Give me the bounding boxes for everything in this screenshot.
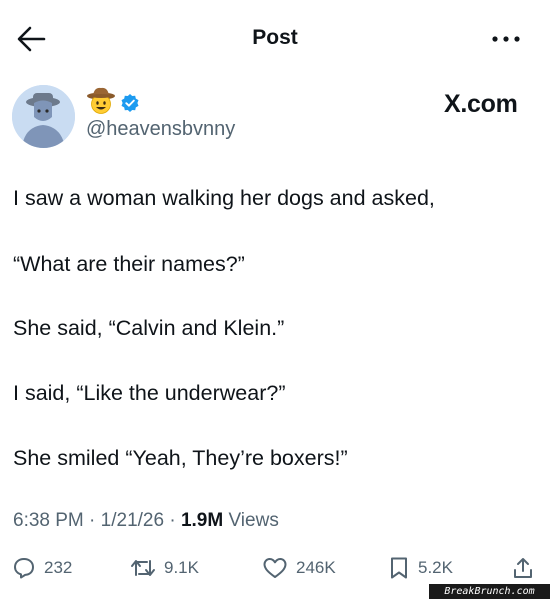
more-options-icon[interactable]: [488, 30, 524, 48]
views-label: Views: [223, 510, 279, 531]
share-button[interactable]: [511, 555, 543, 581]
tweet-line-1: I saw a woman walking her dogs and asked…: [13, 186, 435, 210]
meta-separator: ·: [83, 510, 101, 531]
bookmark-button[interactable]: 5.2K: [388, 555, 453, 581]
tweet-meta: 6:38 PM · 1/21/26 · 1.9M Views: [13, 510, 279, 532]
repost-button[interactable]: 9.1K: [130, 555, 199, 581]
share-icon: [514, 558, 532, 578]
heart-icon: [263, 558, 287, 578]
repost-count: 9.1K: [164, 558, 199, 577]
reply-button[interactable]: 232: [12, 555, 72, 581]
tweet-line-4: I said, “Like the underwear?”: [13, 381, 286, 405]
tweet-time[interactable]: 6:38 PM: [13, 510, 84, 531]
tweet-line-3: She said, “Calvin and Klein.”: [13, 316, 285, 340]
bookmark-icon: [391, 557, 407, 579]
views-count: 1.9M: [180, 510, 224, 531]
verified-badge-icon: [121, 94, 139, 112]
repost-icon: [131, 560, 155, 576]
reply-icon: [14, 558, 34, 579]
tweet-line-2: “What are their names?”: [13, 252, 245, 276]
cowboy-face-emoji-icon: [87, 87, 115, 114]
page-title: Post: [252, 26, 298, 49]
tweet-date[interactable]: 1/21/26: [101, 510, 164, 531]
reply-count: 232: [44, 558, 73, 577]
tweet-line-5: She smiled “Yeah, They’re boxers!”: [13, 446, 348, 470]
avatar-character-icon: [12, 85, 75, 148]
like-button[interactable]: 246K: [262, 555, 336, 581]
like-count: 246K: [296, 558, 336, 577]
user-handle[interactable]: @heavensbvnny: [86, 118, 235, 141]
bookmark-count: 5.2K: [418, 558, 453, 577]
avatar[interactable]: [12, 85, 75, 148]
meta-separator: ·: [164, 510, 181, 531]
x-com-brand: X.com: [444, 90, 518, 118]
watermark: BreakBrunch.com: [429, 584, 550, 599]
